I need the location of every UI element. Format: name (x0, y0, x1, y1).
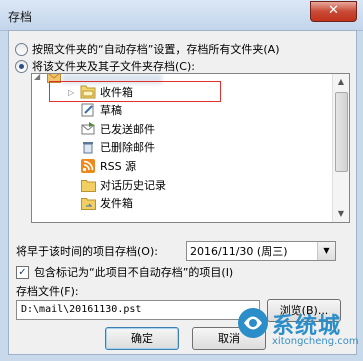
tree-item-label: RSS 源 (100, 160, 137, 173)
folder-tree[interactable]: ◢ ▷ 收件箱 草稿 已发送邮件 已删除邮件 RSS 源 对话历史记录 发件箱 … (31, 73, 350, 223)
tree-item-outbox[interactable]: 发件箱 (80, 194, 133, 212)
radio-button[interactable] (15, 42, 28, 56)
close-button[interactable]: ✕ (310, 1, 357, 22)
tree-item-label: 发件箱 (100, 197, 133, 210)
tree-item-conversation-history[interactable]: 对话历史记录 (80, 176, 166, 194)
deleted-icon (80, 140, 96, 155)
chevron-down-icon[interactable]: ▼ (317, 242, 335, 260)
title-bar: 存档 ✕ (0, 0, 363, 31)
tree-root-account[interactable]: ◢ (34, 74, 66, 85)
scroll-thumb[interactable] (335, 92, 348, 172)
radio-archive-folder[interactable]: 将该文件夹及其子文件夹存档(C): (15, 58, 195, 74)
inbox-icon (80, 85, 96, 100)
checkbox-checked-icon[interactable]: ✓ (16, 265, 29, 279)
radio-archive-all[interactable]: 按照文件夹的“自动存档”设置，存档所有文件夹(A) (15, 41, 280, 57)
tree-item-label: 已删除邮件 (100, 141, 155, 154)
watermark-logo-icon (236, 306, 270, 340)
sent-icon (80, 122, 96, 137)
scroll-up-icon[interactable]: ▲ (333, 74, 349, 90)
tree-item-sent[interactable]: 已发送邮件 (80, 120, 155, 138)
outbox-icon (80, 196, 96, 211)
tree-scrollbar[interactable]: ▲ ▼ (332, 74, 349, 222)
include-no-autoarchive-checkbox[interactable]: ✓ 包含标记为“此项目不自动存档”的项目(I) (16, 264, 233, 280)
radio-archive-folder-label: 将该文件夹及其子文件夹存档(C): (32, 60, 195, 73)
radio-button-checked[interactable] (15, 59, 28, 73)
expand-arrow-icon[interactable]: ▷ (68, 88, 78, 97)
rss-icon (80, 159, 96, 174)
watermark: 系统城 xitongcheng.com (236, 306, 363, 361)
ok-button[interactable]: 确定 (105, 327, 179, 350)
tree-item-label: 对话历史记录 (100, 179, 166, 192)
tree-item-rss[interactable]: RSS 源 (80, 157, 136, 175)
archive-date-dropdown[interactable]: 2016/11/30 (周三) ▼ (186, 241, 336, 261)
tree-item-inbox[interactable]: ▷ 收件箱 (68, 83, 133, 101)
watermark-site: xitongcheng.com (272, 336, 359, 347)
include-no-autoarchive-label: 包含标记为“此项目不自动存档”的项目(I) (34, 266, 234, 279)
archive-before-label: 将早于该时间的项目存档(O): (16, 245, 158, 258)
window-title: 存档 (8, 10, 33, 24)
archive-file-label: 存档文件(F): (16, 285, 79, 298)
drafts-icon (80, 103, 96, 118)
radio-archive-all-label: 按照文件夹的“自动存档”设置，存档所有文件夹(A) (32, 43, 280, 56)
close-icon: ✕ (328, 3, 339, 18)
tree-item-label: 草稿 (100, 104, 122, 117)
mailbox-icon (46, 74, 62, 84)
archive-file-input[interactable]: D:\mail\20161130.pst (16, 300, 260, 320)
tree-item-label: 已发送邮件 (100, 123, 155, 136)
expand-arrow-icon[interactable]: ◢ (34, 74, 44, 81)
tree-item-drafts[interactable]: 草稿 (80, 101, 122, 119)
folder-icon (80, 178, 96, 193)
archive-date-value: 2016/11/30 (周三) (190, 245, 288, 258)
tree-item-label: 收件箱 (100, 86, 133, 99)
scroll-down-icon[interactable]: ▼ (333, 206, 349, 222)
tree-item-deleted[interactable]: 已删除邮件 (80, 138, 155, 156)
